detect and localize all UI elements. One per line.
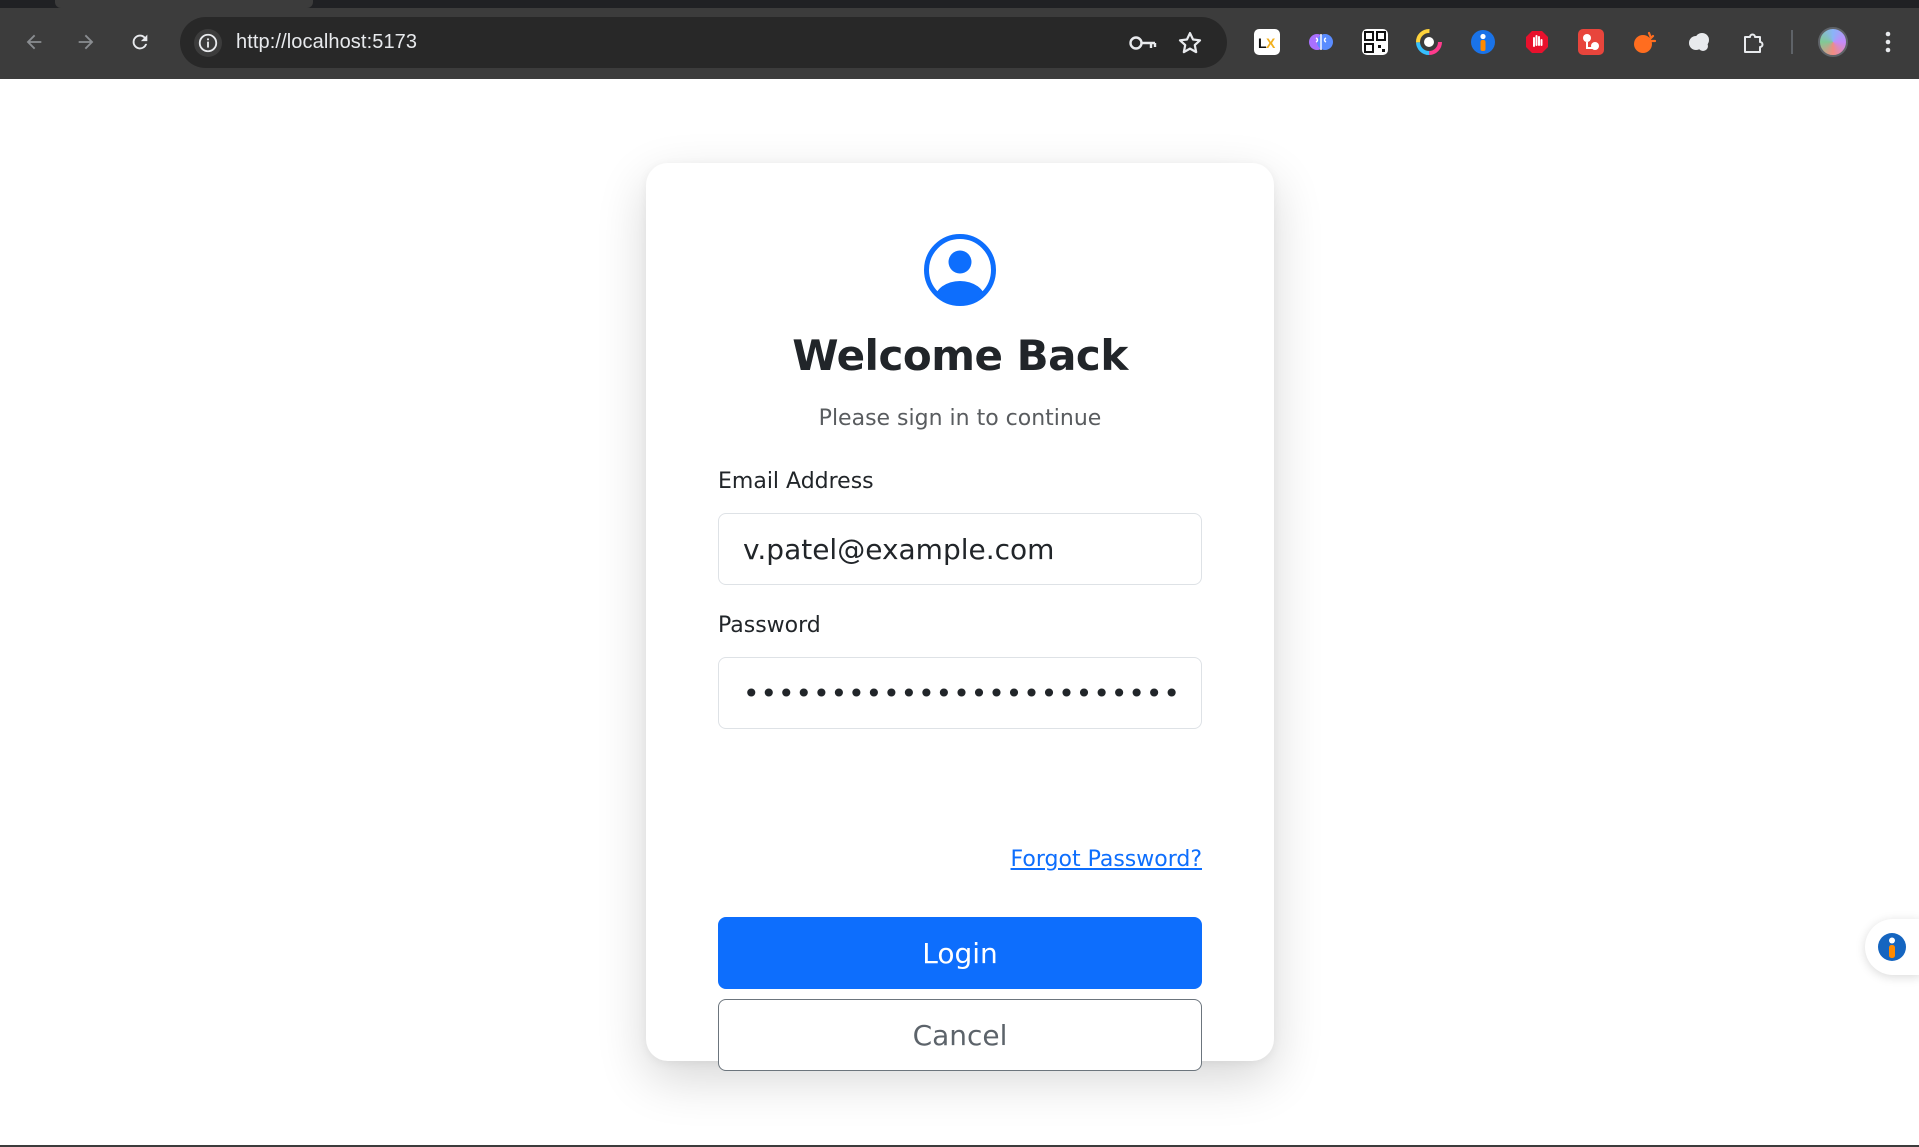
login-button[interactable]: Login	[718, 917, 1202, 989]
brain-extension-icon[interactable]	[1308, 29, 1334, 55]
page-viewport: Welcome Back Please sign in to continue …	[0, 79, 1919, 1147]
cancel-button[interactable]: Cancel	[718, 999, 1202, 1071]
reload-button[interactable]	[124, 26, 156, 58]
user-circle-icon	[924, 234, 996, 306]
page-subtitle: Please sign in to continue	[818, 406, 1102, 431]
svg-text:X: X	[1266, 35, 1276, 51]
stop-hand-extension-icon[interactable]	[1524, 29, 1550, 55]
more-vert-icon[interactable]	[1876, 28, 1900, 56]
back-button[interactable]	[18, 26, 50, 58]
toolbar-divider	[1791, 30, 1793, 54]
puzzle-icon[interactable]	[1740, 29, 1766, 55]
url-text[interactable]: http://localhost:5173	[236, 31, 417, 54]
accessibility-extension-icon[interactable]	[1470, 29, 1496, 55]
cloud-extension-icon[interactable]	[1686, 29, 1712, 55]
red-puzzle-extension-icon[interactable]	[1578, 29, 1604, 55]
reload-icon	[132, 34, 148, 50]
accessibility-icon	[1878, 933, 1906, 961]
active-tab-edge[interactable]	[55, 0, 313, 8]
info-icon	[198, 33, 218, 53]
forward-button[interactable]	[70, 26, 102, 58]
password-field[interactable]	[718, 657, 1202, 729]
page-title: Welcome Back	[792, 331, 1128, 380]
email-field[interactable]	[718, 513, 1202, 585]
password-label: Password	[718, 613, 821, 638]
login-card: Welcome Back Please sign in to continue …	[646, 163, 1274, 1071]
qr-extension-icon[interactable]	[1362, 29, 1388, 55]
browser-toolbar: http://localhost:5173 LX	[0, 0, 1919, 79]
floating-accessibility-button[interactable]	[1865, 919, 1919, 975]
site-info-button[interactable]	[194, 29, 222, 57]
color-ring-extension-icon[interactable]	[1416, 29, 1442, 55]
forgot-password-link[interactable]: Forgot Password?	[1011, 847, 1202, 872]
star-icon[interactable]	[1176, 29, 1204, 57]
arrow-right-icon	[78, 34, 94, 50]
address-bar[interactable]: http://localhost:5173	[180, 17, 1227, 68]
arrow-left-icon	[26, 34, 42, 50]
profile-avatar[interactable]	[1818, 27, 1848, 57]
lx-extension-icon[interactable]: LX	[1254, 29, 1280, 55]
email-label: Email Address	[718, 469, 874, 494]
key-icon[interactable]	[1128, 30, 1158, 56]
tab-strip	[0, 0, 1919, 8]
orange-burst-extension-icon[interactable]	[1632, 29, 1658, 55]
